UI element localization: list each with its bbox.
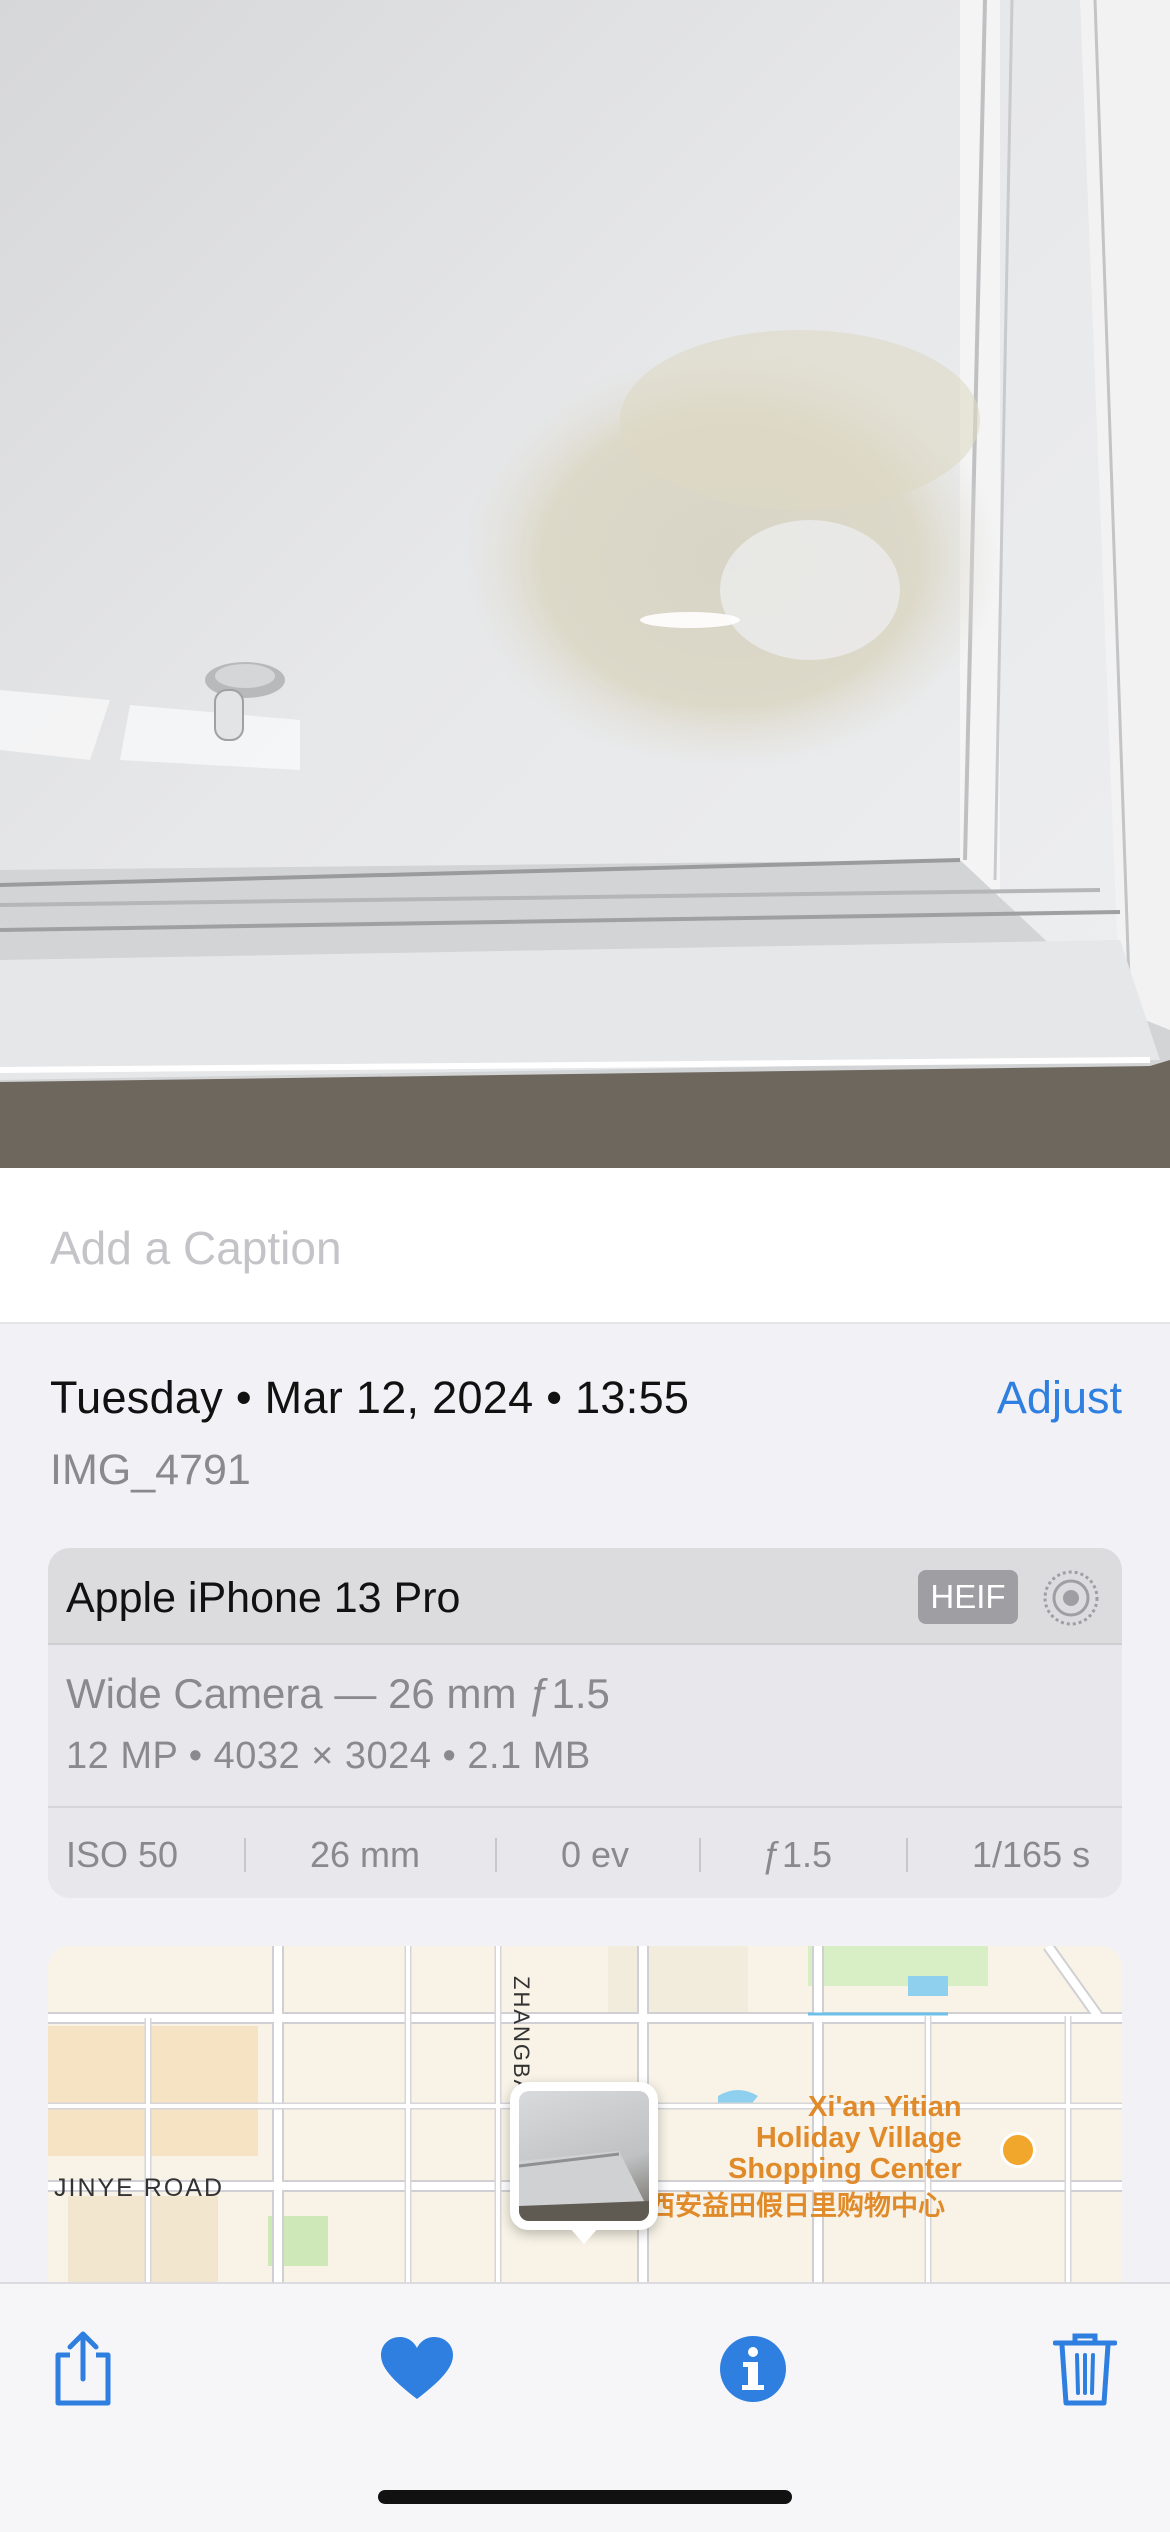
exif-aperture: ƒ1.5	[762, 1834, 833, 1875]
favorite-button[interactable]	[372, 2324, 462, 2414]
image-specs: 12 MP • 4032 × 3024 • 2.1 MB	[66, 1735, 591, 1777]
share-icon	[55, 2331, 111, 2406]
format-badge: HEIF	[918, 1570, 1018, 1624]
info-icon	[720, 2336, 786, 2402]
photo-image	[0, 0, 1170, 1168]
poi-line: Shopping Center	[728, 2153, 962, 2185]
adjust-button[interactable]: Adjust	[997, 1372, 1122, 1424]
home-indicator[interactable]	[378, 2490, 792, 2504]
pin-pointer	[568, 2226, 600, 2244]
lens-info: Wide Camera — 26 mm ƒ1.5	[66, 1670, 610, 1717]
map-poi-label-cn: 西安益田假日里购物中心	[648, 2191, 945, 2221]
exif-divider	[699, 1838, 701, 1872]
exif-shutter: 1/165 s	[972, 1834, 1091, 1875]
exif-divider	[495, 1838, 497, 1872]
caption-input[interactable]	[50, 1218, 1120, 1278]
poi-line: Xi'an Yitian	[808, 2091, 962, 2123]
location-map[interactable]: JINYE ROAD ZHANGBA 5TH ROAD Xi'an Yitian…	[48, 1946, 1122, 2286]
trash-icon	[1053, 2333, 1117, 2406]
delete-button[interactable]	[1040, 2324, 1130, 2414]
shopping-poi-icon	[1000, 2132, 1036, 2168]
exif-row: ISO 50 26 mm 0 ev ƒ1.5 1/165 s	[48, 1808, 1122, 1898]
camera-info-card: Apple iPhone 13 Pro HEIF Wide Camera — 2…	[48, 1548, 1122, 1898]
map-poi-label: Xi'an Yitian Holiday Village Shopping Ce…	[728, 2092, 962, 2185]
photo-filename: IMG_4791	[50, 1446, 251, 1494]
exif-focal-length: 26 mm	[310, 1834, 421, 1875]
live-photo-icon	[1043, 1570, 1099, 1626]
exif-divider	[244, 1838, 246, 1872]
poi-line: Holiday Village	[755, 2122, 962, 2154]
photo-location-pin[interactable]	[510, 2082, 658, 2244]
heart-icon	[381, 2337, 453, 2399]
map-road-label: JINYE ROAD	[54, 2174, 225, 2202]
camera-info-header: Apple iPhone 13 Pro HEIF	[48, 1548, 1122, 1645]
photo-viewer[interactable]	[0, 0, 1170, 1168]
device-name: Apple iPhone 13 Pro	[66, 1574, 461, 1622]
exif-divider	[906, 1838, 908, 1872]
info-button[interactable]	[708, 2324, 798, 2414]
share-button[interactable]	[38, 2324, 128, 2414]
exif-iso: ISO 50	[66, 1834, 179, 1875]
photo-date: Tuesday • Mar 12, 2024 • 13:55	[50, 1372, 690, 1423]
photo-thumbnail	[519, 2091, 649, 2221]
exif-exposure: 0 ev	[561, 1834, 630, 1875]
caption-area	[0, 1168, 1170, 1324]
